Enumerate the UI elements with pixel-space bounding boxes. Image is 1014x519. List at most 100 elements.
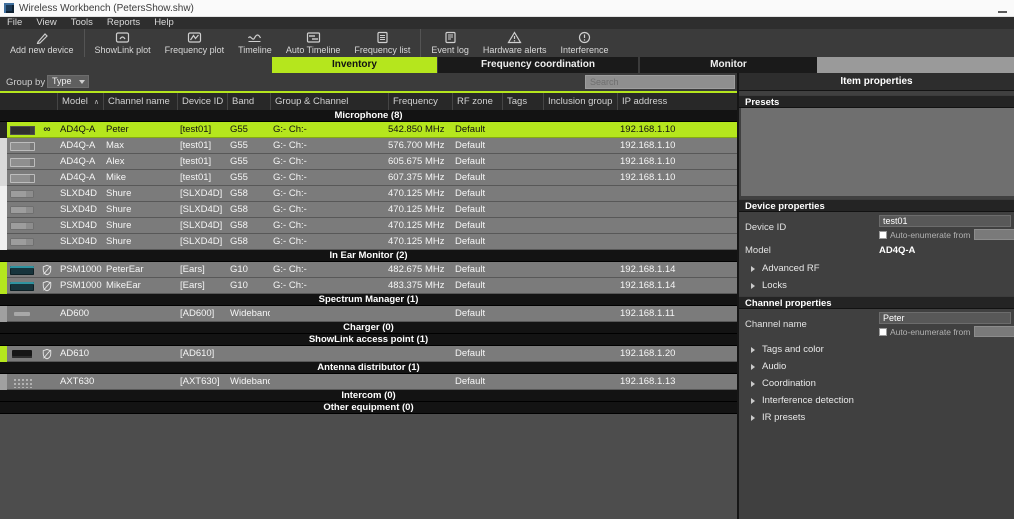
- table-row[interactable]: PSM1000 MikeEar [Ears] G10 G:- Ch:- 483.375 M…: [0, 278, 737, 294]
- timeline-button[interactable]: Timeline: [231, 29, 279, 57]
- table-row[interactable]: PSM1000 PeterEar [Ears] G10 G:- Ch:- 482.675 …: [0, 262, 737, 278]
- table-row[interactable]: AD610 [AD610] Default 192.168.1.20: [0, 346, 737, 362]
- cell-frequency: 470.125 MHz: [388, 236, 445, 247]
- expander-locks[interactable]: Locks: [751, 279, 1012, 292]
- table-row[interactable]: ∞ AD4Q-A Peter [test01] G55 G:- Ch:- 542.850 M…: [0, 122, 737, 138]
- column-header-icons[interactable]: [0, 93, 57, 110]
- cell-model: AD4Q-A: [60, 156, 96, 167]
- table-row[interactable]: AD4Q-A Mike [test01] G55 G:- Ch:- 607.375 MHz…: [0, 170, 737, 186]
- inventory-view: Group by Type Model∧Channel nameDevice I…: [0, 73, 737, 519]
- auto-timeline-button[interactable]: Auto Timeline: [279, 29, 348, 57]
- cell-frequency: 482.675 MHz: [388, 264, 445, 275]
- tab-frequency-coordination[interactable]: Frequency coordination: [438, 57, 638, 73]
- table-row[interactable]: AD600 [AD600] Wideband Default 192.168.1.11: [0, 306, 737, 322]
- auto-enumerate-start-input[interactable]: [974, 229, 1014, 240]
- section-header[interactable]: Charger (0): [0, 322, 737, 334]
- cell-device-id: [SLXD4D]: [180, 236, 223, 247]
- cell-device-id: [test01]: [180, 124, 212, 135]
- tab-inventory[interactable]: Inventory: [272, 57, 437, 73]
- section-header[interactable]: Microphone (8): [0, 110, 737, 122]
- shield-slash-icon: [42, 264, 52, 276]
- frequency-plot-button[interactable]: Frequency plot: [158, 29, 232, 57]
- column-header-group-channel[interactable]: Group & Channel: [270, 93, 388, 110]
- cell-inclusion-group: [543, 262, 617, 278]
- hardware-alerts-button[interactable]: Hardware alerts: [476, 29, 554, 57]
- interference-button[interactable]: Interference: [553, 29, 615, 57]
- table-row[interactable]: SLXD4D Shure [SLXD4D] G58 G:- Ch:- 470.125 MH…: [0, 234, 737, 250]
- cell-channel-name: Alex: [106, 156, 125, 167]
- cell-device-id: [SLXD4D]: [180, 220, 223, 231]
- table-row[interactable]: AD4Q-A Max [test01] G55 G:- Ch:- 576.700 MHz D…: [0, 138, 737, 154]
- row-marker: [37, 170, 57, 186]
- section-header[interactable]: In Ear Monitor (2): [0, 250, 737, 262]
- cell-tags: [502, 170, 543, 186]
- cell-model: SLXD4D: [60, 188, 97, 199]
- expander-ir-presets[interactable]: IR presets: [751, 411, 1012, 424]
- expander-tags-and-color[interactable]: Tags and color: [751, 343, 1012, 356]
- minimize-icon[interactable]: [998, 11, 1007, 13]
- tab-monitor[interactable]: Monitor: [640, 57, 817, 73]
- section-header[interactable]: Other equipment (0): [0, 402, 737, 414]
- ad4q-receiver-icon: [9, 173, 35, 183]
- section-header[interactable]: Spectrum Manager (1): [0, 294, 737, 306]
- cell-device-id: [test01]: [180, 140, 212, 151]
- table-row[interactable]: SLXD4D Shure [SLXD4D] G58 G:- Ch:- 470.125 MH…: [0, 186, 737, 202]
- column-header-frequency[interactable]: Frequency: [388, 93, 452, 110]
- cell-ip-address: [617, 186, 737, 202]
- showlink-plot-button[interactable]: ShowLink plot: [88, 29, 158, 57]
- presets-section-header[interactable]: Presets: [739, 95, 1014, 108]
- event-log-button[interactable]: Event log: [424, 29, 476, 57]
- device-properties-header[interactable]: Device properties: [739, 199, 1014, 212]
- cell-device-id: [test01]: [180, 156, 212, 167]
- auto-enumerate-checkbox[interactable]: [879, 230, 887, 239]
- cell-device-id: [SLXD4D]: [180, 188, 223, 199]
- expander-interference-detection[interactable]: Interference detection: [751, 394, 1012, 407]
- column-header-channel-name[interactable]: Channel name: [103, 93, 177, 110]
- frequency-list-button[interactable]: Frequency list: [347, 29, 417, 57]
- auto-enumerate-start-input[interactable]: [974, 326, 1014, 337]
- cell-channel-name: Shure: [106, 204, 132, 215]
- cell-model: AXT630: [60, 376, 95, 387]
- cell-model: AD4Q-A: [60, 172, 96, 183]
- table-row[interactable]: SLXD4D Shure [SLXD4D] G58 G:- Ch:- 470.125 MH…: [0, 202, 737, 218]
- presets-list[interactable]: [741, 108, 1014, 196]
- channel-properties-body: Channel name Auto-enumerate from Tags an…: [739, 309, 1014, 428]
- auto-enumerate-checkbox[interactable]: [879, 327, 887, 336]
- auto-timeline-icon: [306, 31, 321, 44]
- column-header-device-id[interactable]: Device ID: [177, 93, 227, 110]
- menu-reports[interactable]: Reports: [100, 17, 147, 29]
- slxd-receiver-icon: [10, 190, 34, 198]
- expander-coordination[interactable]: Coordination: [751, 377, 1012, 390]
- item-properties-panel: Item properties Presets Device propertie…: [737, 73, 1014, 519]
- add-new-device-button[interactable]: Add new device: [3, 29, 81, 57]
- column-header-ip-address[interactable]: IP address: [617, 93, 737, 110]
- group-by-select[interactable]: Type: [47, 75, 89, 88]
- chevron-down-icon: [79, 79, 85, 84]
- expander-audio[interactable]: Audio: [751, 360, 1012, 373]
- column-header-tags[interactable]: Tags: [502, 93, 543, 110]
- column-header-inclusion-group[interactable]: Inclusion group: [543, 93, 617, 110]
- search-input[interactable]: [585, 75, 735, 89]
- menu-tools[interactable]: Tools: [64, 17, 100, 29]
- column-header-band[interactable]: Band: [227, 93, 270, 110]
- channel-properties-header[interactable]: Channel properties: [739, 296, 1014, 309]
- cell-ip-address: [617, 234, 737, 250]
- row-status-strip: [0, 138, 7, 154]
- menu-file[interactable]: File: [0, 17, 29, 29]
- section-header[interactable]: Antenna distributor (1): [0, 362, 737, 374]
- channel-name-input[interactable]: [879, 312, 1011, 324]
- menu-bar: File View Tools Reports Help: [0, 17, 1014, 29]
- menu-help[interactable]: Help: [147, 17, 181, 29]
- table-row[interactable]: AXT630 [AXT630] Wideband Default 192.168.1.1…: [0, 374, 737, 390]
- section-header[interactable]: Intercom (0): [0, 390, 737, 402]
- column-header-model[interactable]: Model ∧: [57, 93, 103, 110]
- table-row[interactable]: SLXD4D Shure [SLXD4D] G58 G:- Ch:- 470.125 MH…: [0, 218, 737, 234]
- menu-view[interactable]: View: [29, 17, 63, 29]
- table-row[interactable]: AD4Q-A Alex [test01] G55 G:- Ch:- 605.675 MHz…: [0, 154, 737, 170]
- cell-inclusion-group: [543, 138, 617, 154]
- device-id-input[interactable]: [879, 215, 1011, 227]
- cell-model: AD4Q-A: [60, 140, 96, 151]
- column-header-rf-zone[interactable]: RF zone: [452, 93, 502, 110]
- expander-advanced-rf[interactable]: Advanced RF: [751, 262, 1012, 275]
- section-header[interactable]: ShowLink access point (1): [0, 334, 737, 346]
